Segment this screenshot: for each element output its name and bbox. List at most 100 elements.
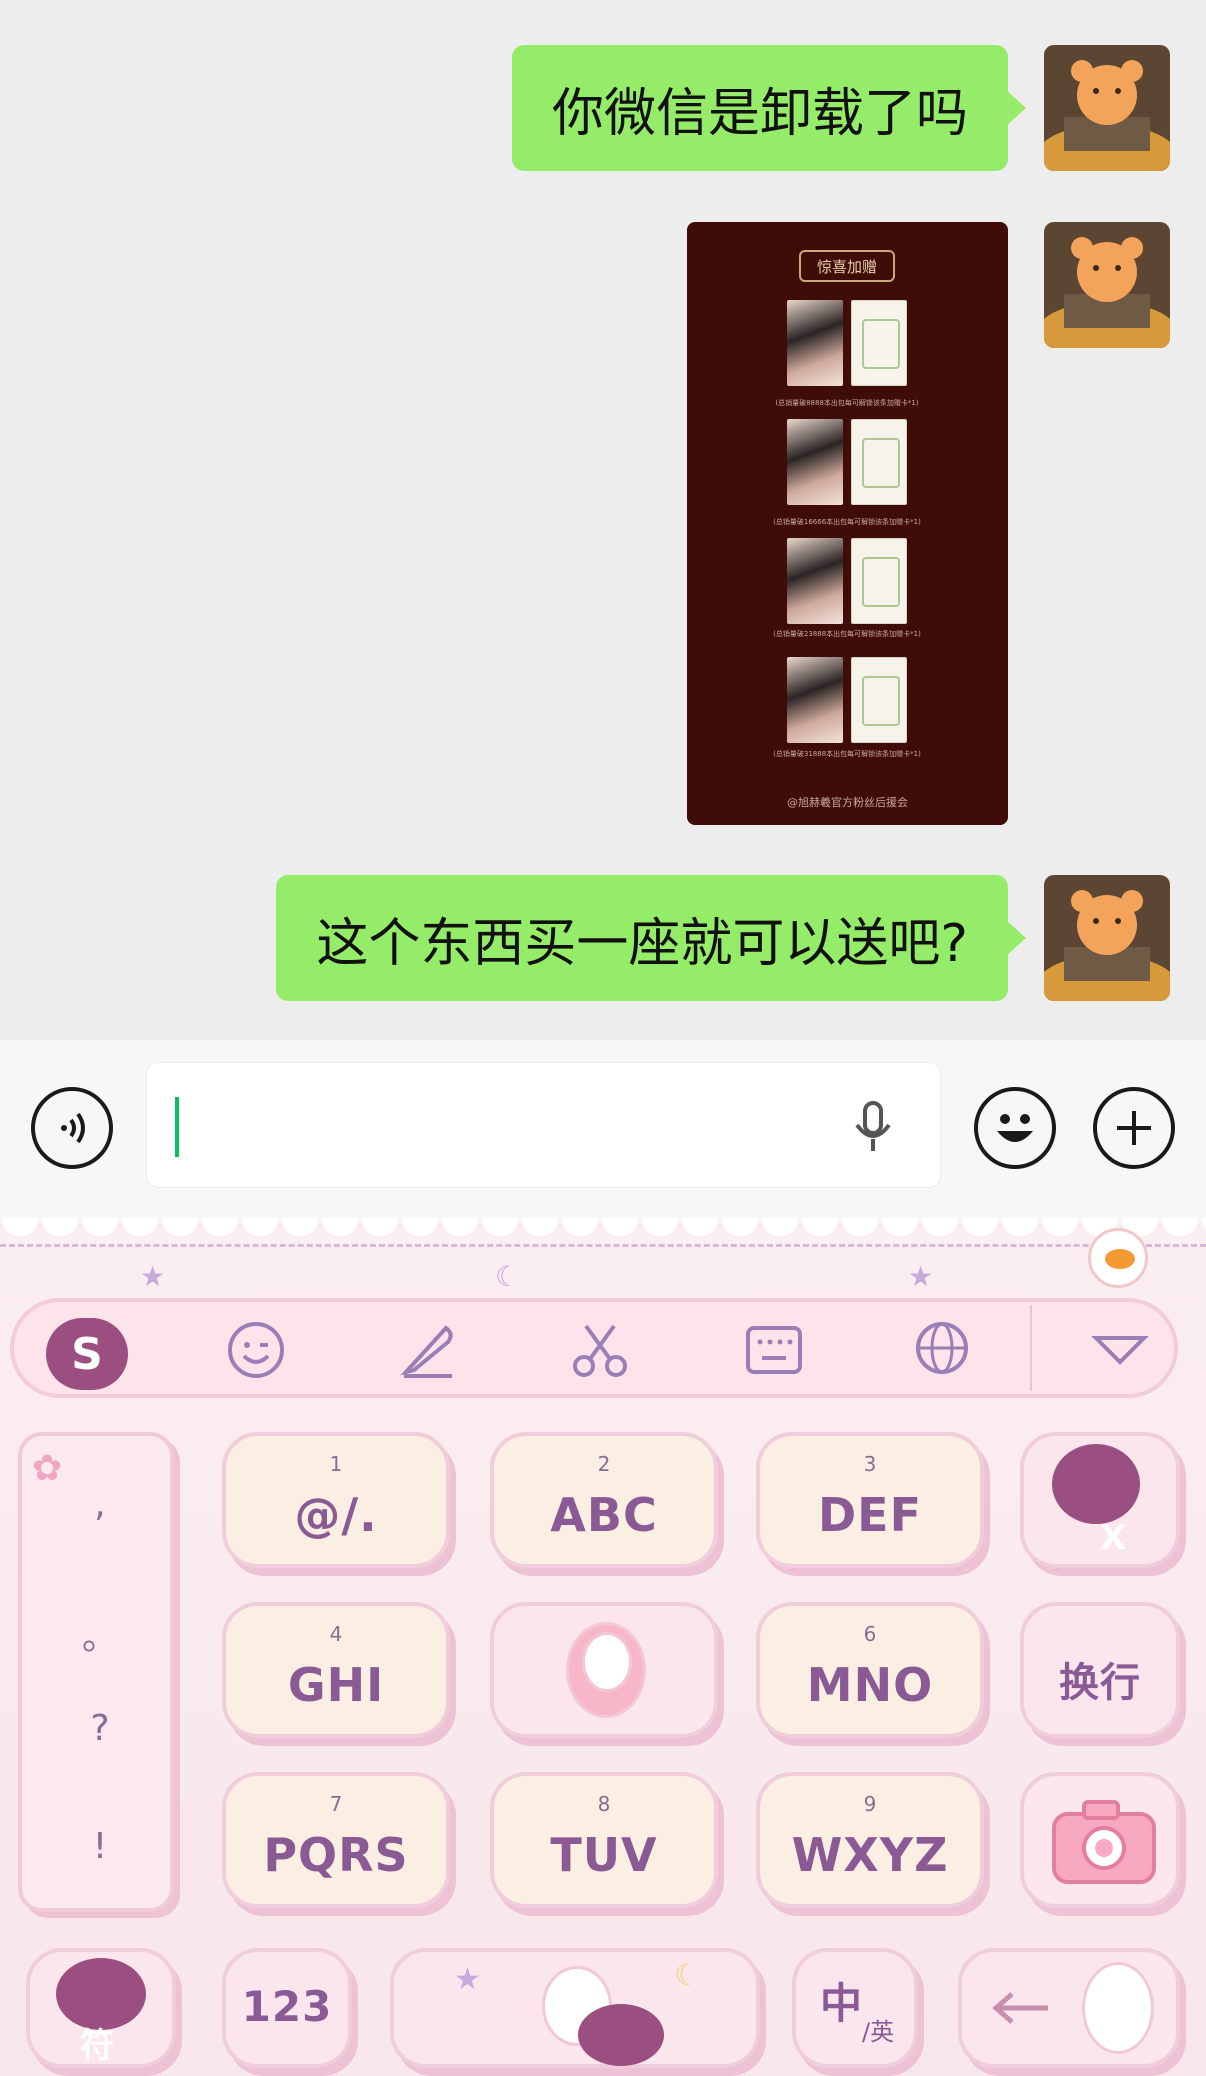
message-bubble[interactable]: 这个东西买一座就可以送吧? [276,875,1026,1001]
key-number: 3 [863,1452,877,1476]
idol-photo [787,300,843,386]
key-1[interactable]: 1 @/. [222,1432,450,1568]
symbol-comma-key[interactable]: , [22,1484,178,1525]
star-decoration-icon: ★ [140,1260,166,1293]
bear-cake-avatar-image [1044,875,1170,1001]
key-label: DEF [817,1488,923,1542]
poster-caption: (总销量破16666本出包每可解锁该条加赠卡*1) [773,518,921,526]
avatar[interactable] [1044,222,1170,348]
key-number: 1 [329,1452,343,1476]
symbol-column: , 。 ? ! ✿ [18,1432,174,1912]
collapse-icon[interactable] [1090,1320,1150,1380]
keyboard-icon[interactable] [744,1320,804,1380]
key-label: WXYZ [791,1828,949,1882]
key-5[interactable] [490,1602,718,1738]
bunny-decoration-icon [582,1632,632,1692]
symbol-period-key[interactable]: 。 [22,1608,178,1660]
globe-icon[interactable] [914,1320,974,1380]
bear-cake-avatar-image [1044,222,1170,348]
poster-footer: @旭赫羲官方粉丝后援会 [787,796,908,809]
symbol-exclaim-key[interactable]: ! [22,1826,178,1867]
key-label: 换行 [1059,1660,1141,1706]
key-3[interactable]: 3 DEF [756,1432,984,1568]
newline-key[interactable]: 换行 [1020,1602,1180,1738]
avatar[interactable] [1044,875,1170,1001]
enter-key[interactable] [958,1948,1180,2068]
emoji-button[interactable] [974,1087,1056,1169]
mic-icon[interactable] [851,1099,895,1155]
voice-icon [61,1112,85,1144]
symbols-key[interactable]: 符 [26,1948,176,2068]
message-bubble[interactable]: 你微信是卸载了吗 [511,45,1027,171]
moon-decoration-icon: ☾ [674,1958,701,1993]
camera-icon [1052,1800,1156,1884]
poster-caption: (总销量破31888本出包每可解锁该条加赠卡*1) [773,750,921,758]
key-label: PQRS [263,1828,409,1882]
delete-label: X [1100,1518,1127,1558]
camera-key[interactable] [1020,1772,1180,1908]
image-message[interactable]: 惊喜加赠 (总销量破8888本出包每可解锁该条加赠卡*1) (总销量破16666… [687,222,1008,825]
key-label: ABC [550,1488,658,1542]
voice-toggle-button[interactable] [31,1087,113,1169]
key-2[interactable]: 2 ABC [490,1432,718,1568]
photo-card-pair [787,300,911,386]
idol-photo [787,657,843,743]
key-label: TUV [550,1828,658,1882]
bear-decoration-icon [578,2004,664,2066]
bear-cake-avatar-image [1044,45,1170,171]
star-decoration-icon: ★ [908,1260,934,1293]
emoji-icon[interactable] [226,1320,286,1380]
avatar[interactable] [1044,45,1170,171]
key-sublabel: /英 [862,2018,895,2046]
key-label: 中 [820,1979,863,2028]
moon-decoration-icon: ☾ [495,1260,521,1293]
card-photo [851,300,907,386]
key-label: 符 [80,2026,114,2066]
text-cursor [175,1097,179,1157]
poster-caption: (总销量破8888本出包每可解锁该条加赠卡*1) [775,399,919,407]
keyboard-logo-button[interactable]: S [46,1318,128,1390]
space-key[interactable]: ★ ☾ [390,1948,760,2068]
poster-title: 惊喜加赠 [799,250,895,282]
key-7[interactable]: 7 PQRS [222,1772,450,1908]
emoji-icon [997,1114,1033,1142]
key-number: 2 [597,1452,611,1476]
key-4[interactable]: 4 GHI [222,1602,450,1738]
star-decoration-icon: ★ [454,1962,481,1997]
card-photo [851,538,907,624]
photo-card-pair [787,657,911,743]
return-arrow-icon [992,1992,1048,2024]
language-switch-key[interactable]: 中 /英 [792,1948,918,2068]
key-number: 4 [329,1622,343,1646]
key-number: 8 [597,1792,611,1816]
idol-photo [787,419,843,505]
chat-area: 你微信是卸载了吗 惊喜加赠 (总销量破8888本出包每可解锁该条加赠卡*1) (… [0,0,1206,1040]
card-photo [851,419,907,505]
toolbar-divider [1030,1305,1032,1391]
symbol-question-key[interactable]: ? [22,1708,178,1749]
photo-card-pair [787,538,911,624]
scissors-icon[interactable] [570,1320,630,1380]
more-button[interactable] [1093,1087,1175,1169]
bunny-decoration-icon [1082,1962,1154,2054]
bear-decoration-icon [1052,1444,1140,1524]
key-label: @/. [294,1488,378,1542]
key-label: MNO [806,1658,934,1712]
key-9[interactable]: 9 WXYZ [756,1772,984,1908]
lace-decoration [0,1244,1206,1248]
numbers-key[interactable]: 123 [222,1948,352,2068]
poster-caption: (总销量破23888本出包每可解锁该条加赠卡*1) [773,630,921,638]
fox-mascot-icon[interactable] [1088,1228,1148,1288]
card-photo [851,657,907,743]
flower-decoration-icon: ✿ [32,1448,63,1489]
idol-photo [787,538,843,624]
key-8[interactable]: 8 TUV [490,1772,718,1908]
key-6[interactable]: 6 MNO [756,1602,984,1738]
photo-card-pair [787,419,911,505]
key-number: 7 [329,1792,343,1816]
key-label: 123 [241,1982,333,2031]
delete-key[interactable]: X [1020,1432,1180,1568]
pen-icon[interactable] [398,1320,458,1380]
message-input[interactable] [146,1062,941,1188]
key-number: 9 [863,1792,877,1816]
